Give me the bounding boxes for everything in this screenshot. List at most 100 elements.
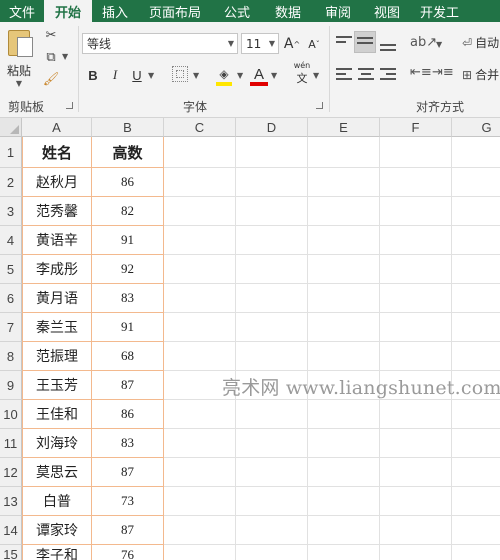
cell-c15[interactable] bbox=[164, 545, 236, 560]
cell-f13[interactable] bbox=[380, 487, 452, 516]
cell-g13[interactable] bbox=[452, 487, 500, 516]
cell-d13[interactable] bbox=[236, 487, 308, 516]
score-cell[interactable]: 82 bbox=[92, 197, 164, 226]
cell-d11[interactable] bbox=[236, 429, 308, 458]
font-launcher-icon[interactable] bbox=[316, 102, 323, 109]
cell-e11[interactable] bbox=[308, 429, 380, 458]
score-cell[interactable]: 86 bbox=[92, 168, 164, 197]
name-cell[interactable]: 李成彤 bbox=[22, 255, 92, 284]
cell-e14[interactable] bbox=[308, 516, 380, 545]
cell-e5[interactable] bbox=[308, 255, 380, 284]
cell-g14[interactable] bbox=[452, 516, 500, 545]
font-name-combo[interactable]: 等线 ▼ bbox=[82, 33, 238, 54]
column-header-d[interactable]: D bbox=[236, 118, 308, 137]
header-score-cell[interactable]: 高数 bbox=[92, 137, 164, 168]
column-header-f[interactable]: F bbox=[380, 118, 452, 137]
cell-g8[interactable] bbox=[452, 342, 500, 371]
bold-button[interactable]: B bbox=[84, 65, 102, 85]
cell-g15[interactable] bbox=[452, 545, 500, 560]
cell-d15[interactable] bbox=[236, 545, 308, 560]
cell-e2[interactable] bbox=[308, 168, 380, 197]
cell-f8[interactable] bbox=[380, 342, 452, 371]
cell-e7[interactable] bbox=[308, 313, 380, 342]
tab-page-layout[interactable]: 页面布局 bbox=[138, 0, 212, 22]
cell-d1[interactable] bbox=[236, 137, 308, 168]
score-cell[interactable]: 92 bbox=[92, 255, 164, 284]
shrink-font-button[interactable]: Aˇ bbox=[305, 34, 323, 54]
tab-review[interactable]: 审阅 bbox=[314, 0, 362, 22]
cell-g4[interactable] bbox=[452, 226, 500, 255]
score-cell[interactable]: 87 bbox=[92, 516, 164, 545]
cell-d14[interactable] bbox=[236, 516, 308, 545]
copy-button[interactable]: ⧉ bbox=[42, 48, 60, 66]
name-cell[interactable]: 莫思云 bbox=[22, 458, 92, 487]
cell-e10[interactable] bbox=[308, 400, 380, 429]
cell-f1[interactable] bbox=[380, 137, 452, 168]
orientation-button[interactable]: ab↗ bbox=[410, 35, 437, 50]
select-all-button[interactable] bbox=[0, 118, 22, 137]
row-header-5[interactable]: 5 bbox=[0, 255, 22, 284]
phonetic-dropdown[interactable]: ▼ bbox=[313, 71, 319, 80]
cell-c7[interactable] bbox=[164, 313, 236, 342]
underline-dropdown[interactable]: ▼ bbox=[148, 71, 154, 80]
score-cell[interactable]: 87 bbox=[92, 458, 164, 487]
row-header-8[interactable]: 8 bbox=[0, 342, 22, 371]
row-header-14[interactable]: 14 bbox=[0, 516, 22, 545]
cell-e13[interactable] bbox=[308, 487, 380, 516]
cell-f11[interactable] bbox=[380, 429, 452, 458]
font-size-combo[interactable]: 11 ▼ bbox=[241, 33, 279, 54]
cell-c5[interactable] bbox=[164, 255, 236, 284]
header-name-cell[interactable]: 姓名 bbox=[22, 137, 92, 168]
tab-data[interactable]: 数据 bbox=[262, 0, 314, 22]
tab-insert[interactable]: 插入 bbox=[92, 0, 138, 22]
cut-button[interactable]: ✂ bbox=[42, 26, 60, 44]
cell-g10[interactable] bbox=[452, 400, 500, 429]
cell-e1[interactable] bbox=[308, 137, 380, 168]
row-header-2[interactable]: 2 bbox=[0, 168, 22, 197]
wrap-text-button[interactable]: ⏎ 自动 bbox=[462, 34, 499, 51]
name-cell[interactable]: 范振理 bbox=[22, 342, 92, 371]
row-header-3[interactable]: 3 bbox=[0, 197, 22, 226]
align-left-button[interactable] bbox=[336, 68, 352, 82]
name-cell[interactable]: 王佳和 bbox=[22, 400, 92, 429]
cell-g2[interactable] bbox=[452, 168, 500, 197]
cell-f10[interactable] bbox=[380, 400, 452, 429]
score-cell[interactable]: 91 bbox=[92, 226, 164, 255]
font-color-button[interactable]: A bbox=[250, 64, 268, 84]
align-middle-button[interactable] bbox=[357, 37, 373, 51]
cell-f12[interactable] bbox=[380, 458, 452, 487]
cell-g11[interactable] bbox=[452, 429, 500, 458]
align-center-button[interactable] bbox=[358, 68, 374, 82]
column-header-e[interactable]: E bbox=[308, 118, 380, 137]
column-header-a[interactable]: A bbox=[22, 118, 92, 137]
score-cell[interactable]: 87 bbox=[92, 371, 164, 400]
orientation-dropdown[interactable]: ▼ bbox=[436, 40, 442, 49]
tab-home[interactable]: 开始 bbox=[44, 0, 92, 22]
cell-d7[interactable] bbox=[236, 313, 308, 342]
cell-c13[interactable] bbox=[164, 487, 236, 516]
cell-d3[interactable] bbox=[236, 197, 308, 226]
italic-button[interactable]: I bbox=[106, 65, 124, 85]
score-cell[interactable]: 73 bbox=[92, 487, 164, 516]
grow-font-button[interactable]: A ^ bbox=[283, 34, 301, 54]
cell-d2[interactable] bbox=[236, 168, 308, 197]
cell-c3[interactable] bbox=[164, 197, 236, 226]
cell-f7[interactable] bbox=[380, 313, 452, 342]
tab-developer[interactable]: 开发工 bbox=[412, 0, 470, 22]
row-header-15[interactable]: 15 bbox=[0, 545, 22, 560]
cell-e3[interactable] bbox=[308, 197, 380, 226]
cell-c10[interactable] bbox=[164, 400, 236, 429]
border-dropdown[interactable]: ▼ bbox=[193, 71, 199, 80]
underline-button[interactable]: U bbox=[128, 65, 146, 85]
name-cell[interactable]: 李子和 bbox=[22, 545, 92, 560]
cell-d12[interactable] bbox=[236, 458, 308, 487]
row-header-1[interactable]: 1 bbox=[0, 137, 22, 168]
cell-e15[interactable] bbox=[308, 545, 380, 560]
merge-center-button[interactable]: ⊞ 合并 bbox=[462, 66, 499, 83]
cell-e6[interactable] bbox=[308, 284, 380, 313]
name-cell[interactable]: 王玉芳 bbox=[22, 371, 92, 400]
row-header-13[interactable]: 13 bbox=[0, 487, 22, 516]
cell-c2[interactable] bbox=[164, 168, 236, 197]
phonetic-button[interactable]: wén 文 bbox=[292, 61, 312, 85]
cell-f6[interactable] bbox=[380, 284, 452, 313]
